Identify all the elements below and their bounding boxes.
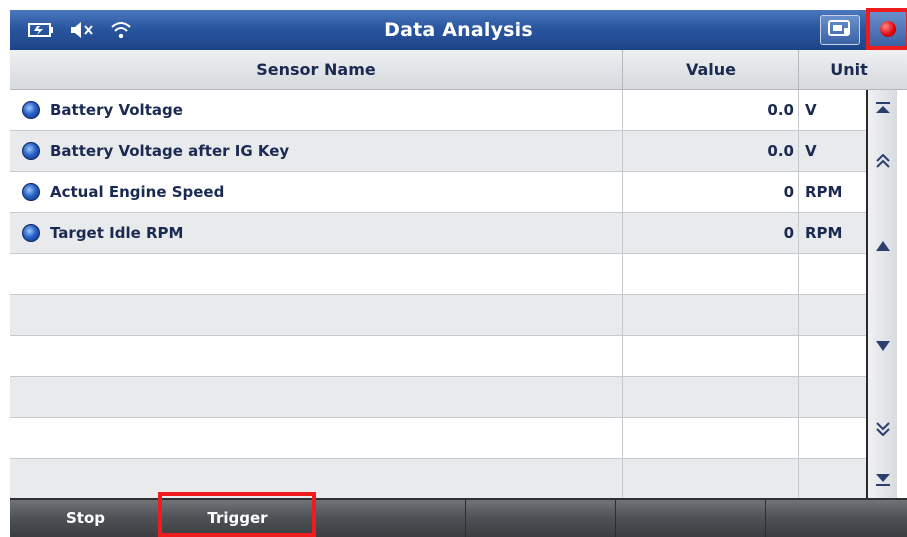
sensor-unit: V <box>798 131 872 171</box>
arrow-up-icon <box>875 240 891 252</box>
scroll-down-button[interactable] <box>868 296 897 397</box>
scroll-up-button[interactable] <box>868 196 897 297</box>
column-header-unit[interactable]: Unit <box>798 50 899 90</box>
sensor-unit: V <box>798 90 872 130</box>
title-bar: Data Analysis <box>10 8 907 50</box>
column-header-value[interactable]: Value <box>622 50 799 90</box>
sensor-name: Target Idle RPM <box>50 224 184 242</box>
sensor-name: Actual Engine Speed <box>50 183 225 201</box>
camera-icon <box>828 19 852 41</box>
scroll-top-button[interactable] <box>868 90 897 127</box>
table-row[interactable]: Battery Voltage 0.0 V <box>10 90 872 131</box>
empty-row <box>10 377 872 418</box>
toolbar-button-3[interactable] <box>314 500 466 537</box>
table-header: Sensor Name Value Unit <box>10 50 907 90</box>
table-row[interactable]: Battery Voltage after IG Key 0.0 V <box>10 131 872 172</box>
empty-row <box>10 295 872 336</box>
bottom-toolbar: Stop Trigger <box>10 498 907 537</box>
record-button[interactable] <box>866 8 907 50</box>
empty-row <box>10 254 872 295</box>
sensor-value: 0.0 <box>622 131 798 171</box>
record-icon <box>880 21 896 37</box>
empty-row <box>10 459 872 500</box>
scroll-bottom-button[interactable] <box>868 462 897 499</box>
scroll-top-icon <box>875 102 891 114</box>
toolbar-button-5[interactable] <box>616 500 766 537</box>
toolbar-button-6[interactable] <box>766 500 907 537</box>
trigger-button[interactable]: Trigger <box>162 500 314 537</box>
sensor-unit: RPM <box>798 213 872 253</box>
page-down-button[interactable] <box>868 396 897 463</box>
table-row[interactable]: Target Idle RPM 0 RPM <box>10 213 872 254</box>
sensor-value: 0 <box>622 213 798 253</box>
scrollbar[interactable] <box>866 90 897 500</box>
page-up-button[interactable] <box>868 126 897 197</box>
empty-row <box>10 336 872 377</box>
column-header-sensor-name[interactable]: Sensor Name <box>10 50 622 90</box>
page-up-icon <box>875 154 891 168</box>
sensor-name: Battery Voltage after IG Key <box>50 142 290 160</box>
arrow-down-icon <box>875 340 891 352</box>
sensor-name: Battery Voltage <box>50 101 183 119</box>
page-title: Data Analysis <box>384 19 533 41</box>
capture-button[interactable] <box>820 15 860 45</box>
scroll-bottom-icon <box>875 474 891 486</box>
sensor-value: 0.0 <box>622 90 798 130</box>
sensor-unit: RPM <box>798 172 872 212</box>
stop-button[interactable]: Stop <box>10 500 162 537</box>
table-row[interactable]: Actual Engine Speed 0 RPM <box>10 172 872 213</box>
page-down-icon <box>875 422 891 436</box>
toolbar-button-4[interactable] <box>466 500 616 537</box>
sensor-value: 0 <box>622 172 798 212</box>
empty-row <box>10 418 872 459</box>
